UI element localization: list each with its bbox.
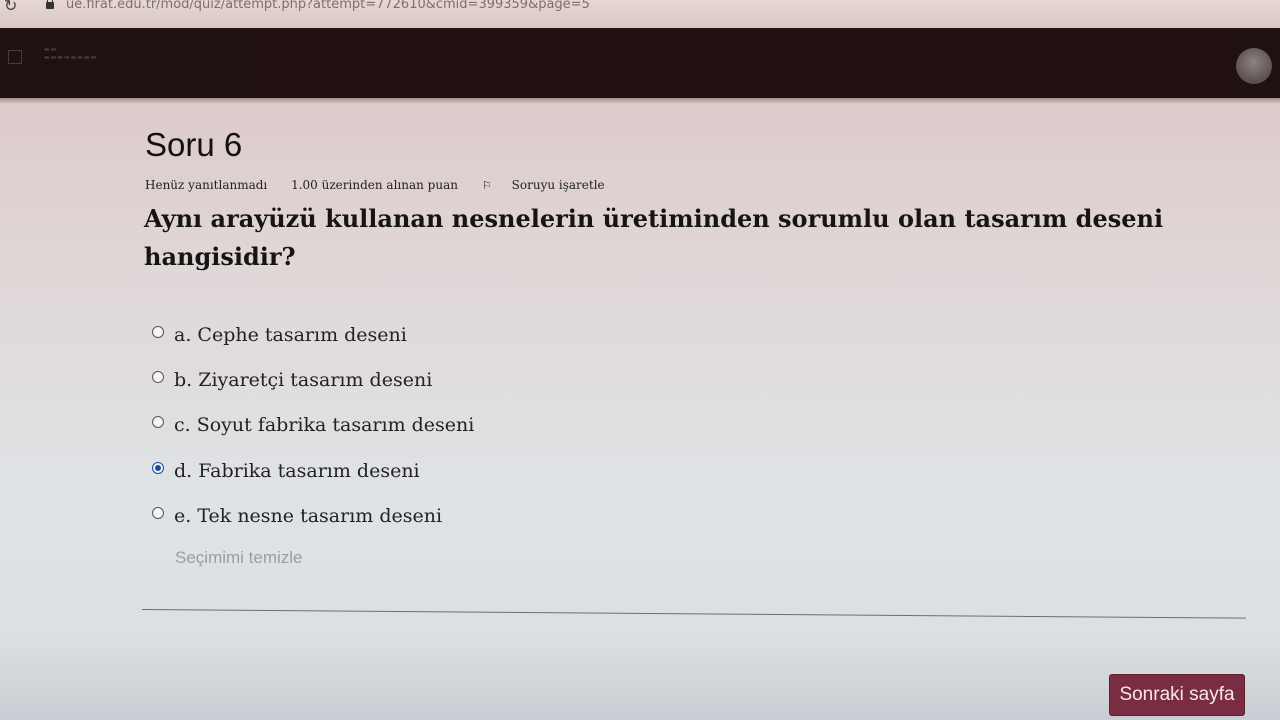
radio-button[interactable] bbox=[152, 416, 164, 429]
flag-icon: ⚐ bbox=[481, 179, 492, 192]
answer-label[interactable]: d. Fabrika tasarım deseni bbox=[174, 460, 420, 482]
browser-url-bar[interactable]: ↻ ue.firat.edu.tr/mod/quiz/attempt.php?a… bbox=[0, 0, 1280, 28]
url-text[interactable]: ue.firat.edu.tr/mod/quiz/attempt.php?att… bbox=[66, 0, 590, 12]
answer-option-c[interactable]: c. Soyut fabrika tasarım deseni bbox=[152, 403, 474, 448]
site-header: ▬▬ ▬▬▬▬▬▬▬▬ bbox=[0, 28, 1280, 98]
answer-option-e[interactable]: e. Tek nesne tasarım deseni bbox=[152, 493, 474, 538]
reload-icon[interactable]: ↻ bbox=[4, 0, 17, 15]
answer-label[interactable]: c. Soyut fabrika tasarım deseni bbox=[174, 414, 474, 436]
next-page-button[interactable]: Sonraki sayfa bbox=[1109, 674, 1245, 716]
radio-button[interactable] bbox=[152, 506, 164, 519]
lock-icon bbox=[46, 0, 54, 9]
radio-button[interactable] bbox=[152, 461, 164, 474]
radio-button[interactable] bbox=[152, 370, 164, 383]
flag-question-label: Soruyu işaretle bbox=[511, 178, 605, 192]
user-avatar[interactable] bbox=[1236, 48, 1272, 84]
divider bbox=[141, 609, 1246, 619]
answer-list: a. Cephe tasarım deseni b. Ziyaretçi tas… bbox=[152, 312, 474, 538]
answer-option-d[interactable]: d. Fabrika tasarım deseni bbox=[152, 448, 474, 493]
answer-option-a[interactable]: a. Cephe tasarım deseni bbox=[152, 312, 474, 357]
site-logo-icon[interactable] bbox=[8, 50, 22, 64]
site-logo[interactable]: ▬▬ ▬▬▬▬▬▬▬▬ bbox=[44, 46, 97, 62]
header-shadow bbox=[0, 98, 1280, 104]
question-info: Henüz yanıtlanmadı 1.00 üzerinden alınan… bbox=[145, 178, 645, 192]
bottom-shade bbox=[0, 640, 1280, 720]
question-title: Soru 6 bbox=[145, 126, 243, 163]
radio-button[interactable] bbox=[152, 325, 164, 338]
answer-label[interactable]: b. Ziyaretçi tasarım deseni bbox=[174, 369, 432, 391]
answer-label[interactable]: e. Tek nesne tasarım deseni bbox=[174, 505, 442, 527]
question-text: Aynı arayüzü kullanan nesnelerin üretimi… bbox=[144, 204, 1164, 271]
clear-selection-link[interactable]: Seçimimi temizle bbox=[175, 548, 303, 568]
question-status: Henüz yanıtlanmadı bbox=[145, 178, 268, 192]
answer-label[interactable]: a. Cephe tasarım deseni bbox=[174, 324, 407, 346]
flag-question-link[interactable]: ⚐ Soruyu işaretle bbox=[482, 178, 625, 192]
question-grade: 1.00 üzerinden alınan puan bbox=[291, 178, 458, 192]
answer-option-b[interactable]: b. Ziyaretçi tasarım deseni bbox=[152, 357, 474, 402]
